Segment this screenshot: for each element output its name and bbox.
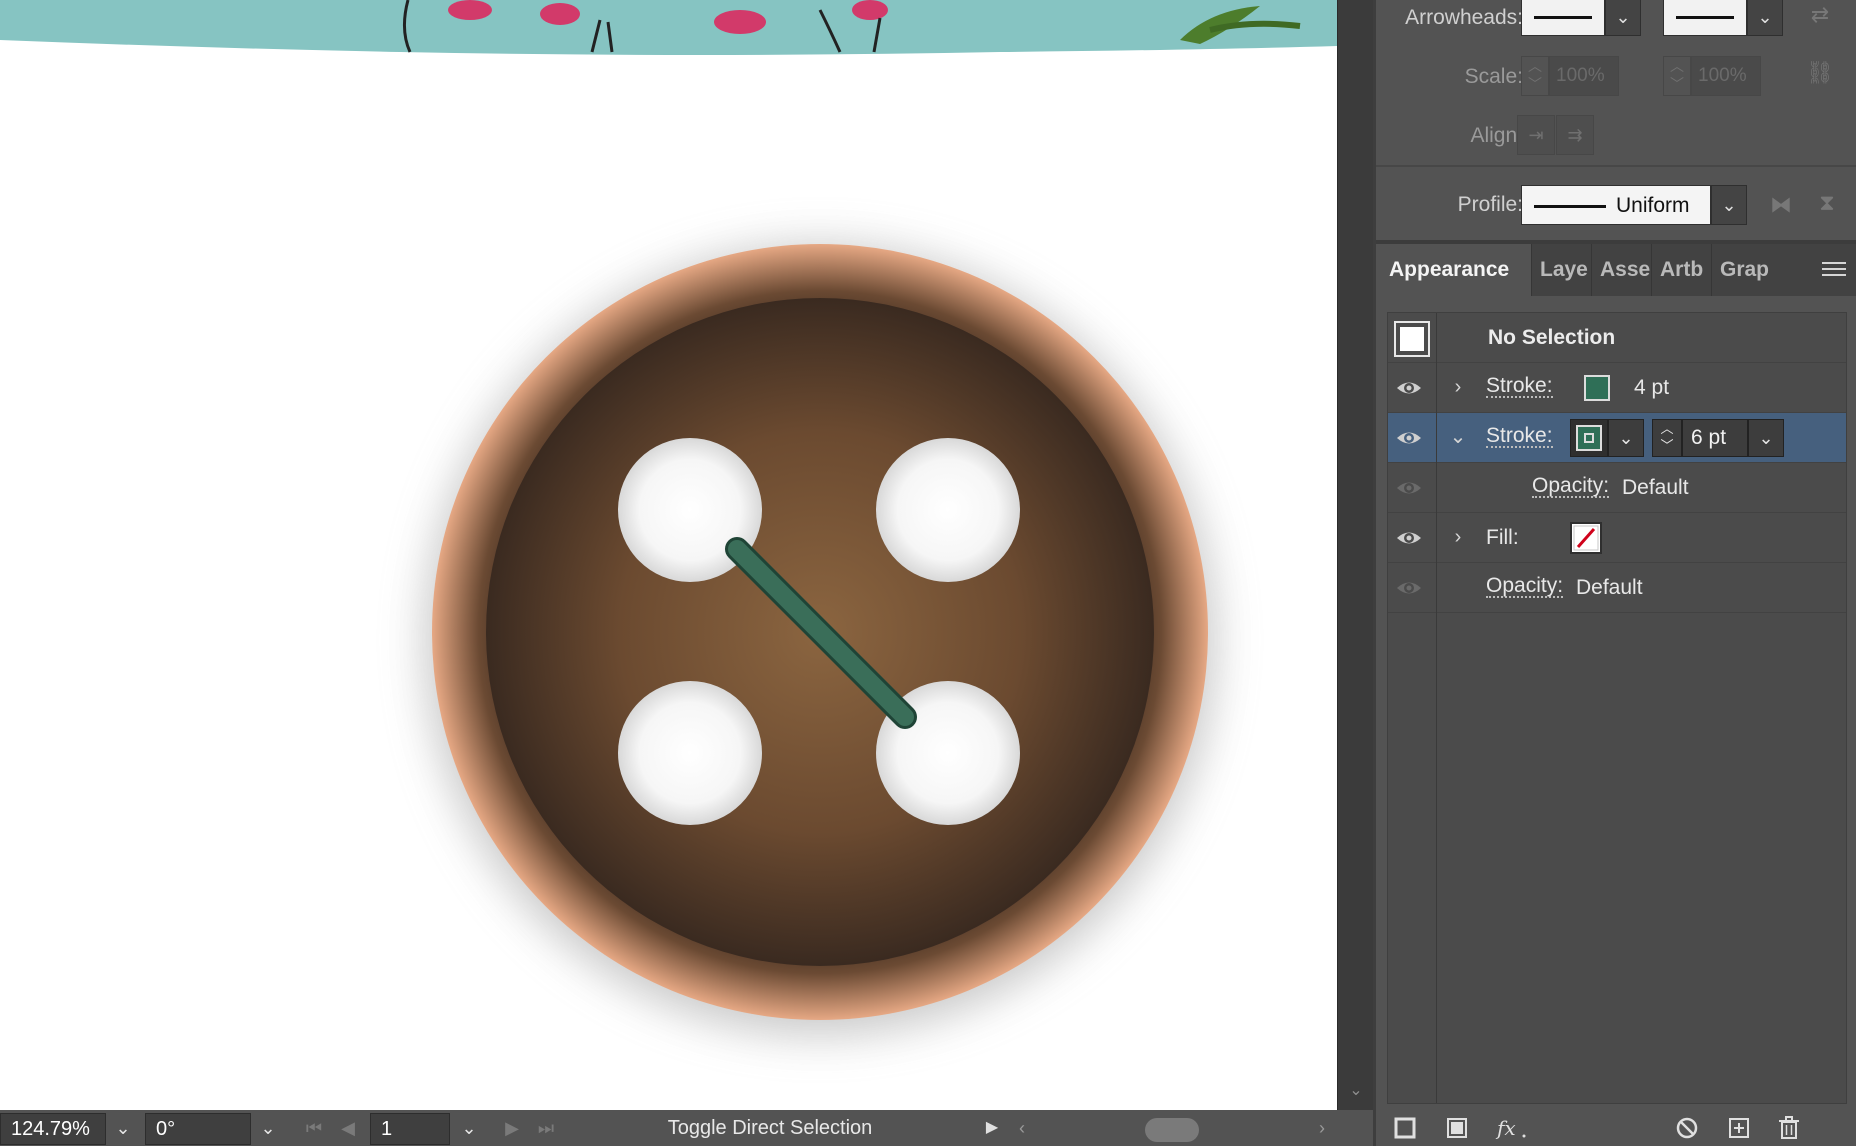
scale-start-stepper[interactable]: ︿ ﹀ xyxy=(1521,56,1549,96)
appearance-bottom-toolbar: fx xyxy=(1373,1108,1856,1146)
arrowhead-end-dropdown[interactable] xyxy=(1663,0,1747,36)
opacity-row[interactable]: Opacity: Default xyxy=(1388,563,1846,613)
new-stroke-icon[interactable] xyxy=(1391,1114,1419,1142)
tab-asset-export[interactable]: Asse xyxy=(1591,244,1651,296)
profile-value: Uniform xyxy=(1616,194,1690,217)
clear-appearance-icon[interactable] xyxy=(1673,1114,1701,1142)
fill-label[interactable]: Fill: xyxy=(1486,526,1519,550)
scale-row: Scale: ︿ ﹀ 100% ︿ ﹀ 100% ⛓ xyxy=(1373,56,1856,106)
arrowhead-end-chevron-icon[interactable]: ⌄ xyxy=(1747,0,1783,36)
panel-separator xyxy=(1373,165,1856,167)
stroke-row-2-selected[interactable]: ⌄ Stroke: ⌄ ︿ ﹀ 6 pt ⌄ xyxy=(1388,413,1846,463)
arrowheads-label: Arrowheads: xyxy=(1405,6,1523,29)
new-fill-icon[interactable] xyxy=(1443,1114,1471,1142)
zoom-dropdown-chevron-icon[interactable]: ⌄ xyxy=(108,1113,138,1145)
profile-label: Profile: xyxy=(1457,193,1523,216)
tab-layers[interactable]: Laye xyxy=(1531,244,1591,296)
expand-chevron-icon[interactable]: › xyxy=(1448,375,1468,399)
appearance-list: No Selection › Stroke: 4 pt ⌄ Stroke: ⌄ … xyxy=(1387,312,1847,1104)
link-scale-icon[interactable]: ⛓ xyxy=(1803,60,1837,86)
visibility-eye-icon[interactable] xyxy=(1394,573,1424,603)
stroke-2-weight-stepper[interactable]: ︿ ﹀ xyxy=(1652,419,1682,457)
artboard-canvas[interactable] xyxy=(0,0,1337,1110)
fill-row[interactable]: › Fill: xyxy=(1388,513,1846,563)
tab-graphic-styles[interactable]: Grap xyxy=(1711,244,1773,296)
horizontal-scrollbar-thumb[interactable] xyxy=(1145,1118,1199,1142)
flip-across-icon[interactable]: ⧗ xyxy=(1809,190,1845,216)
button-hole-bottom-left xyxy=(618,681,762,825)
scale-label: Scale: xyxy=(1464,65,1523,88)
stroke-2-color-chevron-icon[interactable]: ⌄ xyxy=(1608,419,1644,457)
panel-separator xyxy=(1373,240,1856,244)
opacity-value: Default xyxy=(1576,576,1643,599)
scroll-right-icon[interactable]: › xyxy=(1312,1113,1332,1145)
stroke-2-label[interactable]: Stroke: xyxy=(1486,425,1553,448)
arrowhead-start-dropdown[interactable] xyxy=(1521,0,1605,36)
first-artboard-icon[interactable]: ⏮ xyxy=(302,1113,326,1145)
status-menu-triangle-icon[interactable]: ▶ xyxy=(980,1113,1004,1145)
stroke-2-weight-field[interactable]: 6 pt xyxy=(1682,419,1748,457)
svg-text:fx: fx xyxy=(1495,1116,1516,1140)
stroke-row-1[interactable]: › Stroke: 4 pt xyxy=(1388,363,1846,413)
opacity-label[interactable]: Opacity: xyxy=(1486,575,1564,598)
arrowhead-start-chevron-icon[interactable]: ⌄ xyxy=(1605,0,1641,36)
align-row: Align: ⇥ ⇉ xyxy=(1373,115,1856,165)
visibility-eye-icon[interactable] xyxy=(1394,523,1424,553)
align-place-at-end-icon[interactable]: ⇉ xyxy=(1556,115,1594,155)
align-label: Align: xyxy=(1470,124,1523,147)
stroke-2-weight-chevron-icon[interactable]: ⌄ xyxy=(1748,419,1784,457)
vertical-scrollbar[interactable]: ⌄ xyxy=(1337,0,1373,1110)
stroke-1-label[interactable]: Stroke: xyxy=(1486,375,1553,398)
stroke-2-color-swatch[interactable] xyxy=(1570,419,1608,457)
properties-panel: Arrowheads: ⌄ ⌄ ⇄ Scale: ︿ ﹀ 100% ︿ ﹀ 100%… xyxy=(1373,0,1856,1146)
scroll-down-icon[interactable]: ⌄ xyxy=(1346,1080,1366,1100)
fill-none-swatch-icon[interactable] xyxy=(1570,522,1602,554)
selection-thumbnail xyxy=(1394,321,1430,357)
last-artboard-icon[interactable]: ⏭ xyxy=(534,1113,558,1145)
previous-artboard-icon[interactable]: ◀ xyxy=(336,1113,360,1145)
stroke-2-opacity-value: Default xyxy=(1622,476,1689,499)
button-artwork[interactable] xyxy=(0,0,1337,1110)
artboard-number-field[interactable]: 1 xyxy=(370,1113,450,1145)
rotation-dropdown-chevron-icon[interactable]: ⌄ xyxy=(253,1113,283,1145)
stroke-1-weight: 4 pt xyxy=(1634,376,1670,399)
tab-artboards[interactable]: Artb xyxy=(1651,244,1711,296)
profile-dropdown[interactable]: Uniform xyxy=(1521,185,1711,225)
visibility-eye-icon[interactable] xyxy=(1394,473,1424,503)
selection-header-row: No Selection xyxy=(1388,313,1846,363)
arrowheads-row: Arrowheads: ⌄ ⌄ ⇄ xyxy=(1373,0,1856,50)
status-text[interactable]: Toggle Direct Selection xyxy=(560,1113,980,1145)
scroll-left-icon[interactable]: ‹ xyxy=(1012,1113,1032,1145)
panel-divider xyxy=(1373,0,1376,1146)
fx-icon[interactable]: fx xyxy=(1495,1114,1529,1142)
zoom-field[interactable]: 124.79% xyxy=(0,1113,106,1145)
scale-end-field[interactable]: 100% xyxy=(1691,56,1761,96)
swap-arrowheads-icon[interactable]: ⇄ xyxy=(1803,2,1837,28)
scale-start-field[interactable]: 100% xyxy=(1549,56,1619,96)
stroke-1-color-swatch[interactable] xyxy=(1584,375,1610,401)
expand-chevron-icon[interactable]: › xyxy=(1448,525,1468,549)
delete-item-icon[interactable] xyxy=(1775,1114,1803,1142)
next-artboard-icon[interactable]: ▶ xyxy=(500,1113,524,1145)
button-hole-top-right xyxy=(876,438,1020,582)
stroke-2-opacity-label[interactable]: Opacity: xyxy=(1532,475,1610,498)
align-extend-beyond-icon[interactable]: ⇥ xyxy=(1517,115,1555,155)
profile-chevron-icon[interactable]: ⌄ xyxy=(1711,185,1747,225)
scale-end-stepper[interactable]: ︿ ﹀ xyxy=(1663,56,1691,96)
collapse-chevron-icon[interactable]: ⌄ xyxy=(1448,425,1468,449)
flip-along-icon[interactable]: ⧓ xyxy=(1763,192,1799,218)
rotation-field[interactable]: 0° xyxy=(145,1113,251,1145)
artboard-dropdown-chevron-icon[interactable]: ⌄ xyxy=(454,1113,484,1145)
panel-menu-icon[interactable] xyxy=(1822,258,1846,282)
visibility-eye-icon[interactable] xyxy=(1394,373,1424,403)
panel-tabs: Appearance Laye Asse Artb Grap xyxy=(1373,244,1856,296)
selection-title: No Selection xyxy=(1488,326,1616,349)
visibility-eye-icon[interactable] xyxy=(1394,423,1424,453)
tab-appearance[interactable]: Appearance xyxy=(1373,244,1531,296)
status-bar: 124.79% ⌄ 0° ⌄ ⏮ ◀ 1 ⌄ ▶ ⏭ Toggle Direct… xyxy=(0,1110,1373,1146)
stroke-2-opacity-row[interactable]: Opacity: Default xyxy=(1388,463,1846,513)
duplicate-item-icon[interactable] xyxy=(1725,1114,1753,1142)
